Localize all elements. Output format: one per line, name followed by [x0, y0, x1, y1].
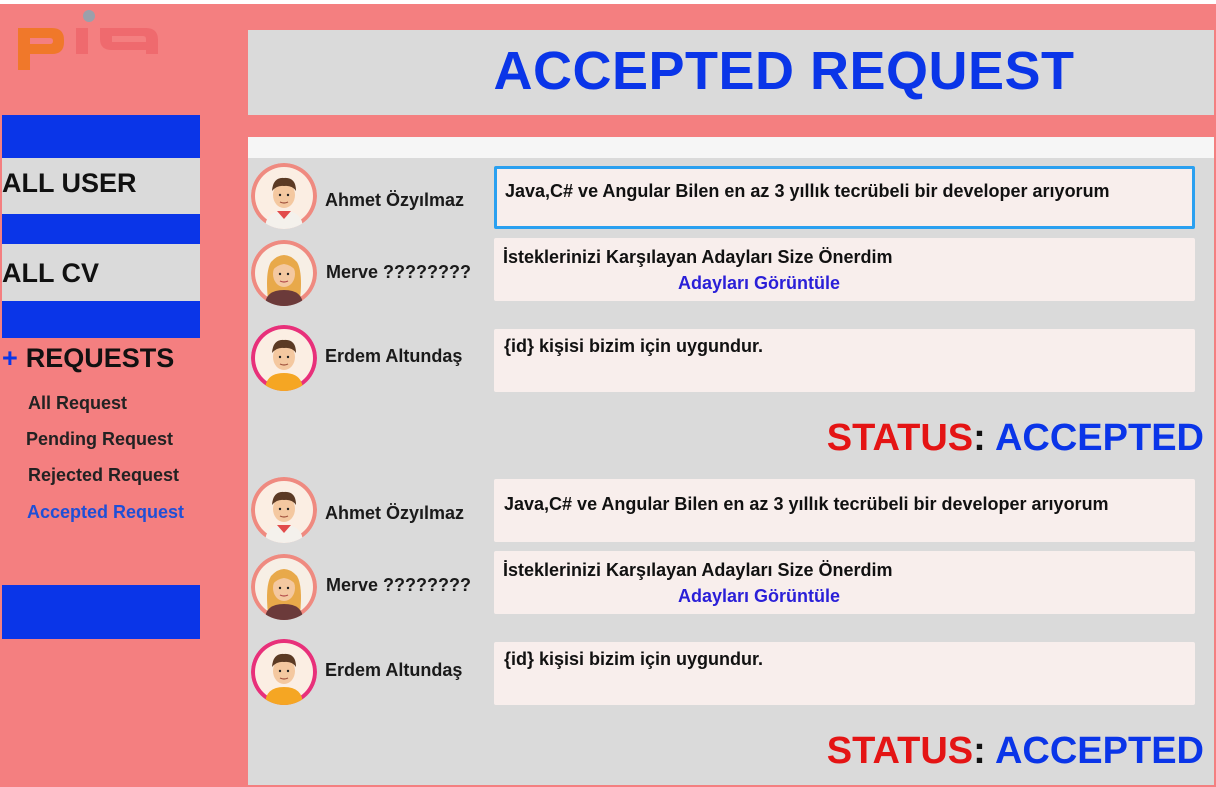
female-avatar-icon — [251, 554, 317, 620]
message-bubble: Java,C# ve Angular Bilen en az 3 yıllık … — [494, 479, 1195, 542]
message-bubble: {id} kişisi bizim için uygundur. — [494, 642, 1195, 705]
male-avatar-icon — [251, 477, 317, 543]
status-value: ACCEPTED — [994, 730, 1204, 772]
status-value: ACCEPTED — [994, 417, 1204, 459]
message-bubble[interactable]: Java,C# ve Angular Bilen en az 3 yıllık … — [494, 166, 1195, 229]
sidebar-item-all-user[interactable]: ALL USER — [2, 168, 137, 199]
message-text: Java,C# ve Angular Bilen en az 3 yıllık … — [505, 181, 1110, 201]
message-bubble: İsteklerinizi Karşılayan Adayları Size Ö… — [494, 551, 1195, 614]
status-separator: : — [973, 730, 986, 772]
sidebar-item-all-cv[interactable]: ALL CV — [2, 258, 99, 289]
user-name: Erdem Altundaş — [325, 660, 463, 680]
status-label: STATUS — [826, 730, 974, 772]
sidebar-item-requests[interactable]: + REQUESTS — [2, 343, 174, 374]
user-name: Merve ???????? — [326, 575, 471, 595]
sidebar-subitem-pending-request[interactable]: Pending Request — [26, 429, 173, 450]
sidebar-subitem-accepted-request[interactable]: Accepted Request — [27, 502, 184, 523]
user-name: Erdem Altundaş — [325, 346, 463, 366]
view-candidates-link[interactable]: Adayları Görüntüle — [678, 273, 840, 294]
expand-plus-icon[interactable]: + — [2, 343, 18, 373]
message-text: İsteklerinizi Karşılayan Adayları Size Ö… — [503, 560, 893, 580]
message-text: İsteklerinizi Karşılayan Adayları Size Ö… — [503, 247, 893, 267]
male-avatar-icon — [251, 325, 317, 391]
page-title: ACCEPTED REQUEST — [493, 41, 1075, 101]
message-bubble: İsteklerinizi Karşılayan Adayları Size Ö… — [494, 238, 1195, 301]
content-divider — [248, 137, 1214, 158]
sidebar-divider — [2, 214, 200, 244]
user-name: Merve ???????? — [326, 262, 471, 282]
status-indicator: STATUS: ACCEPTED — [827, 417, 1204, 460]
title-divider — [248, 115, 1214, 137]
message-text: {id} kişisi bizim için uygundur. — [504, 336, 764, 356]
sidebar-item-requests-label: REQUESTS — [25, 343, 175, 373]
sidebar-subitem-all-request[interactable]: All Request — [28, 393, 127, 414]
sidebar-divider — [2, 301, 200, 338]
status-label: STATUS — [826, 417, 974, 459]
male-avatar-icon — [251, 163, 317, 229]
sidebar-divider — [2, 115, 200, 158]
user-name: Ahmet Özyılmaz — [325, 503, 465, 523]
sidebar-footer-bar — [2, 585, 200, 639]
message-text: {id} kişisi bizim için uygundur. — [504, 649, 764, 669]
sidebar-subitem-rejected-request[interactable]: Rejected Request — [28, 465, 179, 486]
status-separator: : — [973, 417, 986, 459]
female-avatar-icon — [251, 240, 317, 306]
message-bubble: {id} kişisi bizim için uygundur. — [494, 329, 1195, 392]
status-indicator: STATUS: ACCEPTED — [827, 730, 1204, 773]
view-candidates-link[interactable]: Adayları Görüntüle — [678, 586, 840, 607]
user-name: Ahmet Özyılmaz — [325, 190, 465, 210]
message-text: Java,C# ve Angular Bilen en az 3 yıllık … — [504, 494, 1109, 514]
pia-logo — [14, 6, 164, 76]
male-avatar-icon — [251, 639, 317, 705]
